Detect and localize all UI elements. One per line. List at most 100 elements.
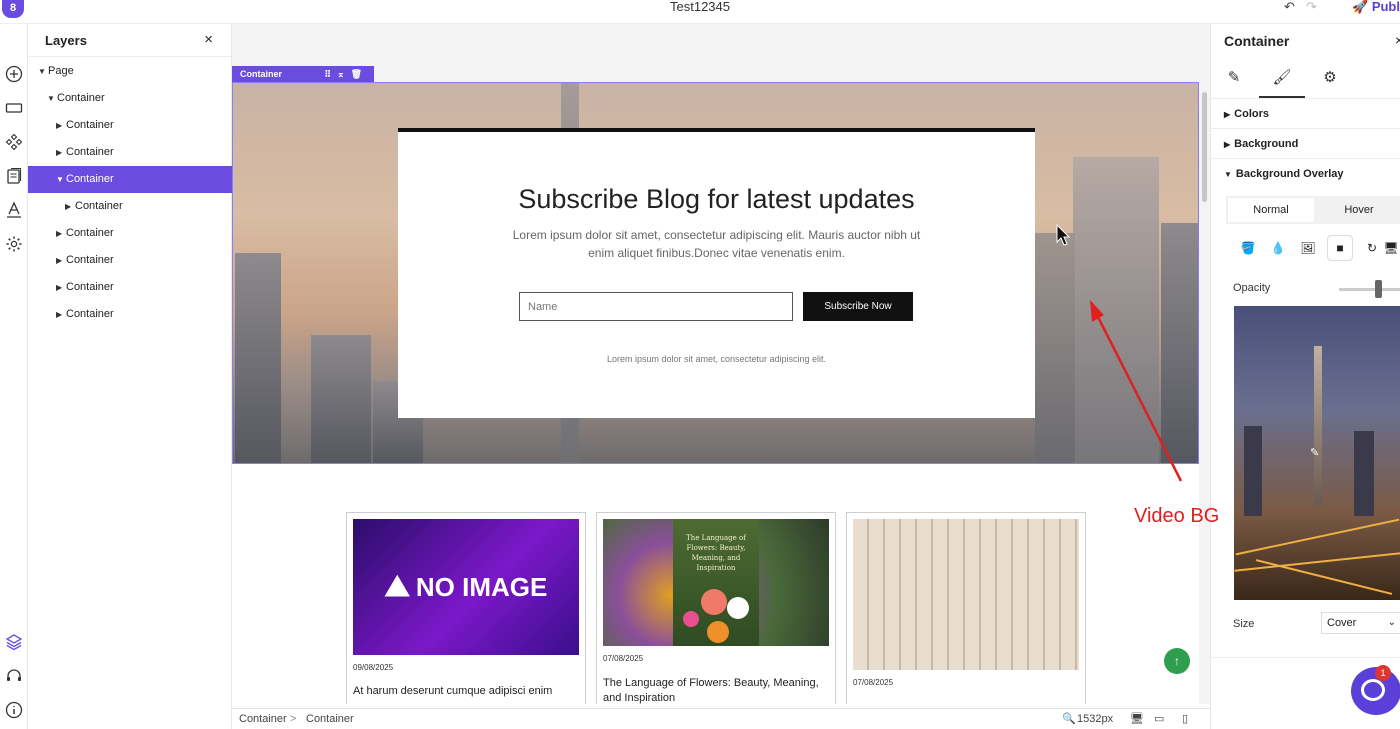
layer-item[interactable]: ▶ Container	[28, 193, 232, 220]
layer-label: Container	[57, 92, 105, 104]
layer-item[interactable]: ▼ Container	[28, 166, 232, 193]
breadcrumb-item[interactable]: Container	[239, 709, 287, 729]
layer-item[interactable]: ▶ Container	[28, 112, 232, 139]
layer-item[interactable]: ▶ Container	[28, 274, 232, 301]
delete-icon[interactable]: 🗑	[351, 69, 368, 79]
support-headset-icon[interactable]	[0, 664, 28, 688]
caret-right-icon[interactable]: ▶	[65, 193, 75, 220]
collapse-icon[interactable]: ⌅	[337, 69, 351, 79]
selection-tag-label: Container	[240, 69, 283, 79]
image-off-icon: ⛰	[384, 570, 410, 603]
caret-down-icon[interactable]: ▼	[56, 166, 66, 193]
layer-item[interactable]: ▶ Container	[28, 139, 232, 166]
opacity-slider-handle[interactable]	[1374, 280, 1382, 298]
breadcrumb-item[interactable]: Container	[306, 709, 354, 729]
video-preview[interactable]: ✎	[1234, 306, 1400, 600]
layer-item[interactable]: ▶ Container	[28, 220, 232, 247]
tower-shape	[1244, 426, 1262, 516]
section-colors[interactable]: ▶ Colors	[1211, 99, 1400, 129]
close-icon[interactable]: ×	[204, 31, 213, 48]
layer-label: Container	[66, 227, 114, 239]
flower-shape	[701, 589, 727, 615]
caret-right-icon[interactable]: ▶	[56, 247, 66, 274]
desktop-icon[interactable]: 🖥	[1130, 709, 1144, 729]
section-label: Background Overlay	[1235, 168, 1344, 180]
layer-label: Page	[48, 65, 74, 77]
monitor-icon[interactable]: 🖥	[1382, 236, 1400, 260]
scrollbar-thumb[interactable]	[1202, 92, 1207, 202]
document-title: Test12345	[670, 0, 730, 14]
hero-container[interactable]: Subscribe Blog for latest updates Lorem …	[232, 82, 1199, 464]
size-label: Size	[1233, 618, 1255, 630]
close-icon[interactable]: ×	[1395, 32, 1400, 48]
undo-icon[interactable]: ↶	[1284, 0, 1295, 14]
tablet-icon[interactable]: ▭	[1154, 709, 1164, 729]
scroll-to-top-button[interactable]: ↑	[1164, 648, 1190, 674]
caret-right-icon[interactable]: ▶	[56, 112, 66, 139]
redo-icon[interactable]: ↷	[1306, 0, 1317, 14]
opacity-slider[interactable]	[1339, 288, 1400, 291]
layer-label: Container	[75, 200, 123, 212]
selection-tag[interactable]: Container ⠿⌅🗑	[232, 66, 374, 82]
paint-bucket-icon[interactable]: 🪣	[1236, 236, 1260, 260]
layer-item[interactable]: ▼ Page	[28, 58, 232, 85]
zoom-icon[interactable]: 🔍	[1062, 709, 1076, 729]
caret-down-icon[interactable]: ▼	[47, 85, 57, 112]
canvas-scrollbar[interactable]	[1199, 82, 1210, 704]
layer-label: Container	[66, 119, 114, 131]
size-select[interactable]: Cover ⌄	[1321, 612, 1400, 634]
section-label: Colors	[1234, 108, 1269, 120]
road-line	[1255, 559, 1393, 595]
state-toggle: Normal Hover	[1226, 196, 1400, 224]
info-icon[interactable]	[0, 698, 28, 722]
components-icon[interactable]	[0, 130, 28, 154]
edit-pencil-icon[interactable]: ✎	[1211, 68, 1257, 98]
post-title[interactable]: The Language of Flowers: Beauty, Meaning…	[603, 676, 829, 704]
chat-bubble-icon	[1361, 679, 1385, 701]
caret-right-icon[interactable]: ▶	[56, 220, 66, 247]
tab-hover[interactable]: Hover	[1316, 198, 1400, 222]
style-brush-icon[interactable]: 🖌	[1259, 68, 1305, 98]
post-title[interactable]: At harum deserunt cumque adipisci enim	[353, 684, 579, 699]
publish-button[interactable]: 🚀 Publi	[1352, 0, 1400, 14]
layer-item[interactable]: ▶ Container	[28, 301, 232, 328]
blog-card[interactable]: The Language of Flowers: Beauty, Meaning…	[596, 512, 836, 704]
settings-gear-icon[interactable]: ⚙	[1307, 68, 1353, 98]
add-icon[interactable]	[0, 62, 28, 86]
drag-handle-icon[interactable]: ⠿	[324, 69, 337, 79]
drop-icon[interactable]: 💧	[1266, 236, 1290, 260]
caret-right-icon[interactable]: ▶	[56, 139, 66, 166]
refresh-icon[interactable]: ↻	[1360, 236, 1384, 260]
editor-canvas[interactable]: Container ⠿⌅🗑 Subscribe Blog for latest …	[232, 24, 1210, 704]
chevron-down-icon: ⌄	[1387, 617, 1396, 628]
layer-item[interactable]: ▼ Container	[28, 85, 232, 112]
typography-icon[interactable]	[0, 198, 28, 222]
subscribe-now-button[interactable]: Subscribe Now	[803, 292, 913, 321]
app-window: 8 Test12345 ↶ ↷ 🚀 Publi	[0, 0, 1400, 729]
section-background[interactable]: ▶ Background	[1211, 129, 1400, 159]
tower-shape	[1314, 346, 1322, 506]
skyline-building	[1035, 233, 1075, 463]
settings-gear-icon[interactable]	[0, 232, 28, 256]
image-icon[interactable]: 🖼	[1296, 236, 1320, 260]
caret-right-icon[interactable]: ▶	[56, 301, 66, 328]
tab-normal[interactable]: Normal	[1228, 198, 1314, 222]
pages-icon[interactable]	[0, 164, 28, 188]
skyline-building	[1161, 223, 1198, 463]
caret-right-icon[interactable]: ▶	[56, 274, 66, 301]
zoom-value[interactable]: 1532px	[1077, 709, 1113, 729]
layers-header: Layers ×	[28, 24, 231, 57]
edit-icon[interactable]: ✎	[1310, 446, 1319, 459]
blog-card[interactable]: ⛰ NO IMAGE 09/08/2025 At harum deserunt …	[346, 512, 586, 704]
post-date: 09/08/2025	[353, 663, 394, 672]
section-background-overlay[interactable]: ▼ Background Overlay	[1211, 159, 1400, 189]
video-icon[interactable]: ■	[1328, 236, 1352, 260]
name-input[interactable]	[519, 292, 793, 321]
layer-item[interactable]: ▶ Container	[28, 247, 232, 274]
overlay-type-picker: 🪣 💧 🖼 ■ ↻ 🖥	[1226, 232, 1400, 264]
blog-card[interactable]: 07/08/2025	[846, 512, 1086, 704]
layers-icon[interactable]	[0, 630, 28, 654]
section-icon[interactable]	[0, 96, 28, 120]
mobile-icon[interactable]: ▯	[1182, 709, 1188, 729]
caret-down-icon[interactable]: ▼	[38, 58, 48, 85]
